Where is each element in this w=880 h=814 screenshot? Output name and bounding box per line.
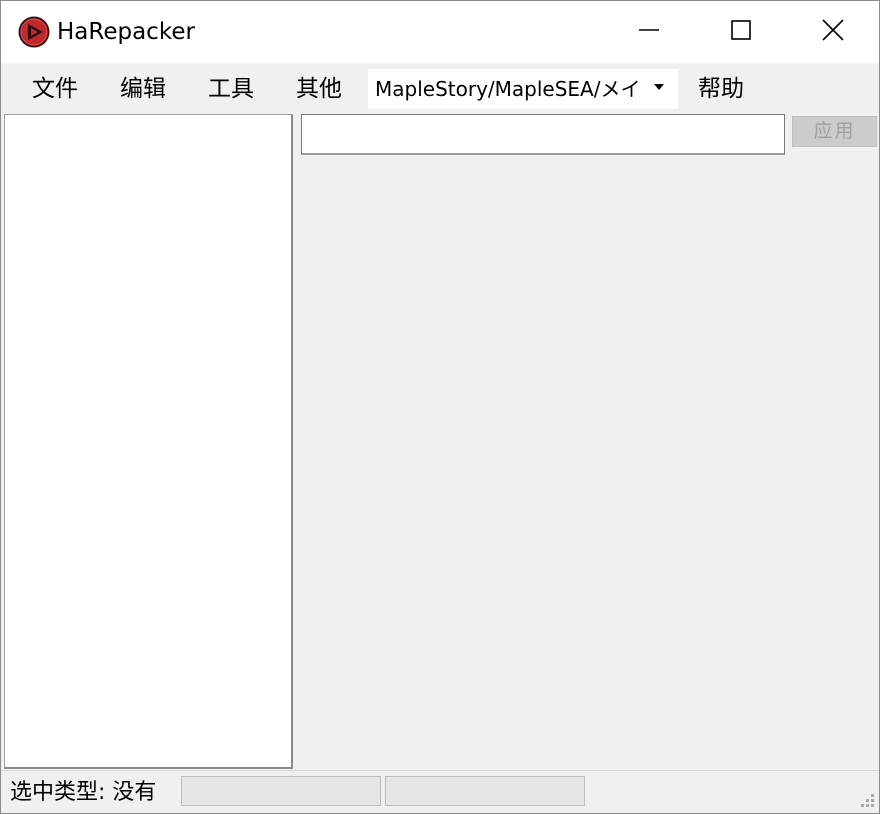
encryption-select[interactable]: MapleStory/MapleSEA/メイ <box>368 69 678 109</box>
menu-tools[interactable]: 工具 <box>208 64 254 114</box>
harepacker-logo-icon <box>18 16 50 48</box>
dropdown-arrow-icon[interactable] <box>654 84 664 90</box>
wz-tree-view[interactable] <box>4 114 293 769</box>
resize-grip-icon[interactable] <box>857 792 875 810</box>
minimize-button[interactable] <box>603 1 695 63</box>
title-bar[interactable]: HaRepacker <box>1 1 879 63</box>
window-title: HaRepacker <box>57 19 195 45</box>
encryption-select-value: MapleStory/MapleSEA/メイ <box>375 77 641 101</box>
menu-file[interactable]: 文件 <box>32 64 78 114</box>
maximize-button[interactable] <box>695 1 787 63</box>
minimize-icon <box>638 19 660 45</box>
apply-button[interactable]: 应用 <box>792 116 877 147</box>
menu-help[interactable]: 帮助 <box>698 64 744 114</box>
status-bar: 选中类型: 没有 <box>1 770 879 813</box>
status-field-2 <box>385 776 585 806</box>
menu-other[interactable]: 其他 <box>296 64 342 114</box>
close-button[interactable] <box>787 1 879 63</box>
status-field-1 <box>181 776 381 806</box>
close-icon <box>821 18 845 46</box>
main-window: HaRepacker 文件 编辑 工具 其他 MapleStory/MapleS… <box>0 0 880 814</box>
maximize-icon <box>730 19 752 45</box>
value-input[interactable] <box>301 114 785 155</box>
menu-bar: 文件 编辑 工具 其他 MapleStory/MapleSEA/メイ 帮助 <box>1 63 879 114</box>
menu-edit[interactable]: 编辑 <box>120 64 166 114</box>
selection-type-label: 选中类型: 没有 <box>10 780 157 805</box>
